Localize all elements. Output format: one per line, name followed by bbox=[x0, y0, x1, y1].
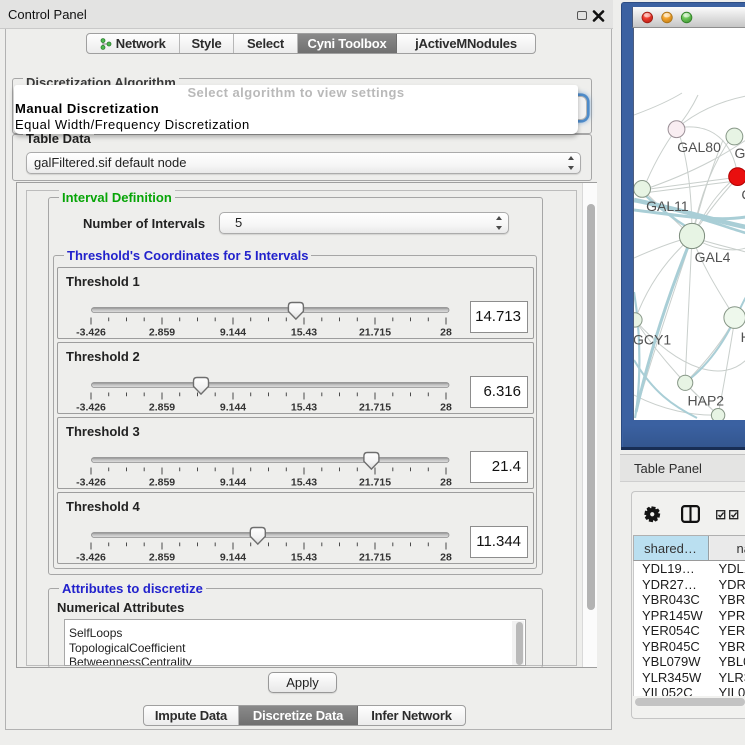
svg-text:GAL11: GAL11 bbox=[646, 198, 689, 214]
svg-text:9.144: 9.144 bbox=[220, 476, 246, 488]
svg-text:C: C bbox=[741, 187, 745, 203]
svg-text:-3.426: -3.426 bbox=[76, 401, 106, 413]
svg-text:9.144: 9.144 bbox=[220, 551, 246, 563]
svg-text:2.859: 2.859 bbox=[149, 326, 175, 338]
svg-text:2.859: 2.859 bbox=[149, 551, 175, 563]
svg-text:28: 28 bbox=[440, 476, 452, 488]
svg-text:HA: HA bbox=[741, 329, 745, 345]
svg-text:9.144: 9.144 bbox=[220, 326, 246, 338]
svg-text:28: 28 bbox=[440, 326, 452, 338]
svg-text:21.715: 21.715 bbox=[359, 326, 391, 338]
svg-text:-3.426: -3.426 bbox=[76, 326, 106, 338]
svg-text:15.43: 15.43 bbox=[291, 551, 317, 563]
svg-text:28: 28 bbox=[440, 401, 452, 413]
svg-text:-3.426: -3.426 bbox=[76, 476, 106, 488]
svg-text:GAL80: GAL80 bbox=[677, 139, 721, 155]
svg-text:9.144: 9.144 bbox=[220, 401, 246, 413]
svg-text:2.859: 2.859 bbox=[149, 476, 175, 488]
svg-text:GA: GA bbox=[735, 145, 745, 161]
svg-text:HAP2: HAP2 bbox=[688, 393, 725, 409]
svg-text:15.43: 15.43 bbox=[291, 401, 317, 413]
svg-text:GCY1: GCY1 bbox=[634, 332, 671, 348]
svg-text:GAL4: GAL4 bbox=[695, 249, 731, 265]
svg-text:2.859: 2.859 bbox=[149, 401, 175, 413]
svg-text:15.43: 15.43 bbox=[291, 476, 317, 488]
svg-text:21.715: 21.715 bbox=[359, 551, 391, 563]
svg-text:-3.426: -3.426 bbox=[76, 551, 106, 563]
svg-text:21.715: 21.715 bbox=[359, 401, 391, 413]
svg-text:28: 28 bbox=[440, 551, 452, 563]
svg-text:15.43: 15.43 bbox=[291, 326, 317, 338]
svg-text:21.715: 21.715 bbox=[359, 476, 391, 488]
